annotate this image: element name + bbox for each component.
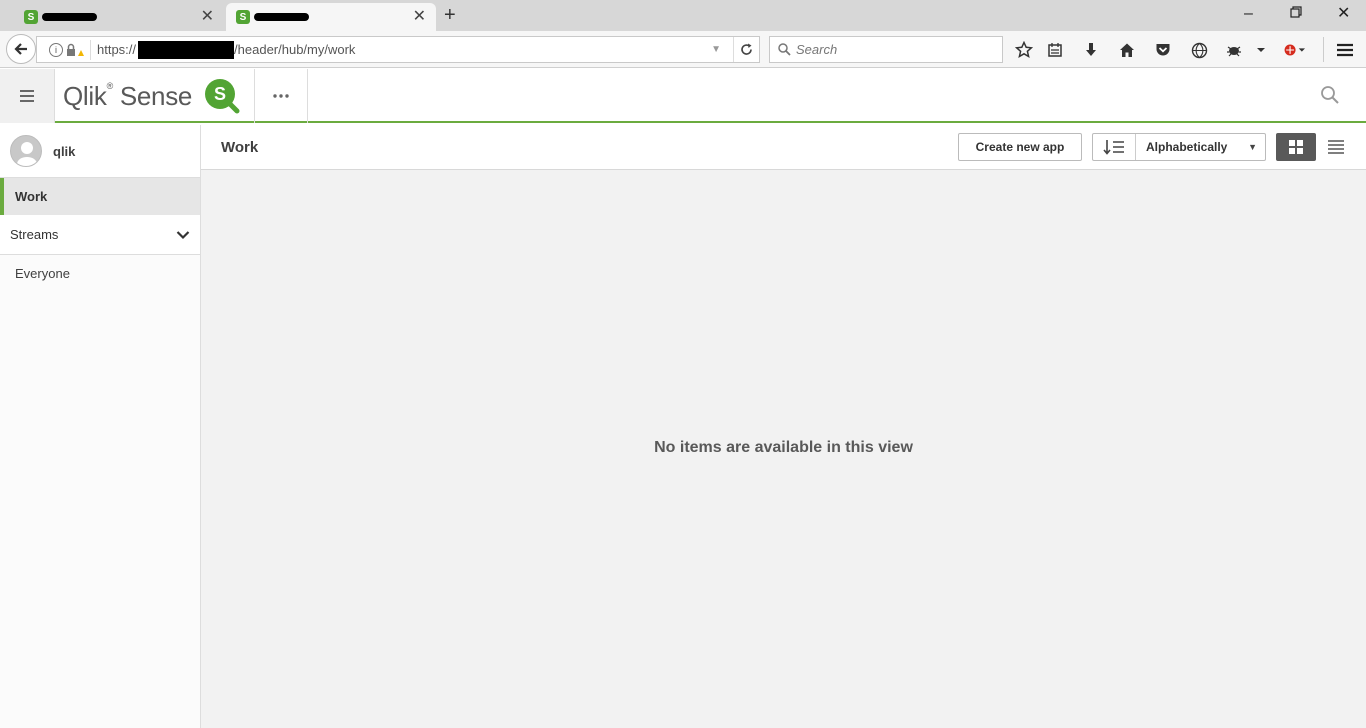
sort-by-dropdown[interactable]: Alphabetically ▼ (1136, 134, 1265, 160)
sidebar-item-everyone[interactable]: Everyone (0, 255, 200, 291)
close-window-icon[interactable]: ✕ (1337, 4, 1350, 24)
hub-sidebar: qlik Work Streams Everyone (0, 125, 201, 728)
list-view-button[interactable] (1323, 133, 1349, 161)
logo-wordmark: Qlik® Sense (63, 80, 193, 111)
sidebar-item-label: Everyone (15, 265, 70, 281)
reload-icon (741, 43, 752, 55)
download-icon[interactable] (1080, 39, 1102, 61)
restore-window-icon[interactable] (1290, 4, 1302, 24)
svg-text:S: S (214, 84, 226, 104)
search-icon (778, 43, 791, 56)
qlik-favicon-icon: S (236, 10, 250, 24)
bookmark-star-icon[interactable] (1013, 39, 1035, 61)
sort-order-icon (1103, 140, 1124, 155)
list-icon (1328, 140, 1344, 154)
sidebar-item-work[interactable]: Work (0, 178, 200, 215)
chevron-down-icon[interactable] (176, 230, 190, 240)
page-title: Work (221, 139, 259, 156)
sort-direction-button[interactable] (1093, 134, 1136, 160)
bug-extension-icon[interactable] (1223, 39, 1245, 61)
sort-control: Alphabetically ▼ (1092, 133, 1266, 161)
main-content: Work Create new app Alphabetically ▼ No … (201, 125, 1366, 728)
qlik-badge-icon: S (205, 79, 240, 114)
redacted-host (138, 40, 235, 59)
grid-view-button[interactable] (1276, 133, 1316, 161)
ellipsis-icon (273, 94, 289, 98)
minimize-window-icon[interactable]: – (1244, 4, 1253, 24)
hamburger-icon (20, 90, 34, 102)
reading-list-icon[interactable] (1044, 39, 1066, 61)
sidebar-item-label: Streams (10, 227, 59, 242)
more-options-button[interactable] (254, 69, 308, 123)
caret-down-icon: ▼ (1248, 142, 1257, 152)
extension-dropdown-icon[interactable] (1250, 39, 1272, 61)
home-icon[interactable] (1116, 39, 1138, 61)
redacted-tab-title (42, 13, 97, 21)
content-toolbar: Work Create new app Alphabetically ▼ (201, 125, 1366, 170)
user-avatar-icon (17, 142, 37, 166)
close-tab-icon[interactable]: ✕ (413, 9, 426, 25)
create-new-app-button[interactable]: Create new app (958, 133, 1082, 161)
insecure-lock-icon (66, 43, 84, 57)
hub-search-icon[interactable] (1320, 85, 1344, 109)
qlik-favicon-icon: S (24, 10, 38, 24)
qlik-sense-logo: Qlik® Sense S (63, 79, 240, 114)
new-tab-icon[interactable]: + (444, 5, 456, 25)
globe-extension-icon[interactable] (1188, 39, 1210, 61)
qlik-header: Qlik® Sense S (0, 69, 1366, 123)
profile-extension-icon[interactable] (1283, 39, 1305, 61)
reload-button[interactable] (733, 37, 759, 62)
empty-state-message: No items are available in this view (654, 439, 913, 456)
sidebar-item-streams[interactable]: Streams (0, 215, 200, 255)
avatar (10, 135, 42, 167)
pocket-icon[interactable] (1152, 39, 1174, 61)
toolbar-separator (1323, 37, 1324, 62)
browser-menu-icon[interactable] (1334, 39, 1356, 61)
address-bar[interactable]: i https:// /header/hub/my/work ▼ (36, 36, 760, 63)
sidebar-item-label: Work (15, 189, 48, 204)
browser-nav-bar: i https:// /header/hub/my/work ▼ Search (0, 31, 1366, 68)
browser-search-input[interactable]: Search (769, 36, 1003, 63)
user-name: qlik (53, 143, 76, 159)
redacted-tab-title (254, 13, 309, 21)
close-tab-icon[interactable]: ✕ (201, 9, 214, 25)
browser-tab-2[interactable]: S ✕ (226, 3, 436, 31)
url-separator (90, 39, 91, 60)
user-profile[interactable]: qlik (0, 125, 200, 178)
url-path: /header/hub/my/work (234, 42, 356, 57)
arrow-left-icon (14, 43, 27, 55)
back-button[interactable] (6, 34, 36, 64)
sort-by-label: Alphabetically (1146, 140, 1228, 154)
hamburger-menu-button[interactable] (0, 69, 55, 123)
search-placeholder: Search (796, 42, 838, 57)
browser-tab-1[interactable]: S ✕ (14, 3, 224, 31)
grid-icon (1289, 140, 1303, 154)
url-history-dropdown-icon[interactable]: ▼ (711, 44, 721, 55)
browser-tab-strip: S ✕ S ✕ + – ✕ (0, 0, 1366, 31)
url-prefix: https:// (97, 42, 137, 57)
info-icon[interactable]: i (49, 42, 63, 57)
